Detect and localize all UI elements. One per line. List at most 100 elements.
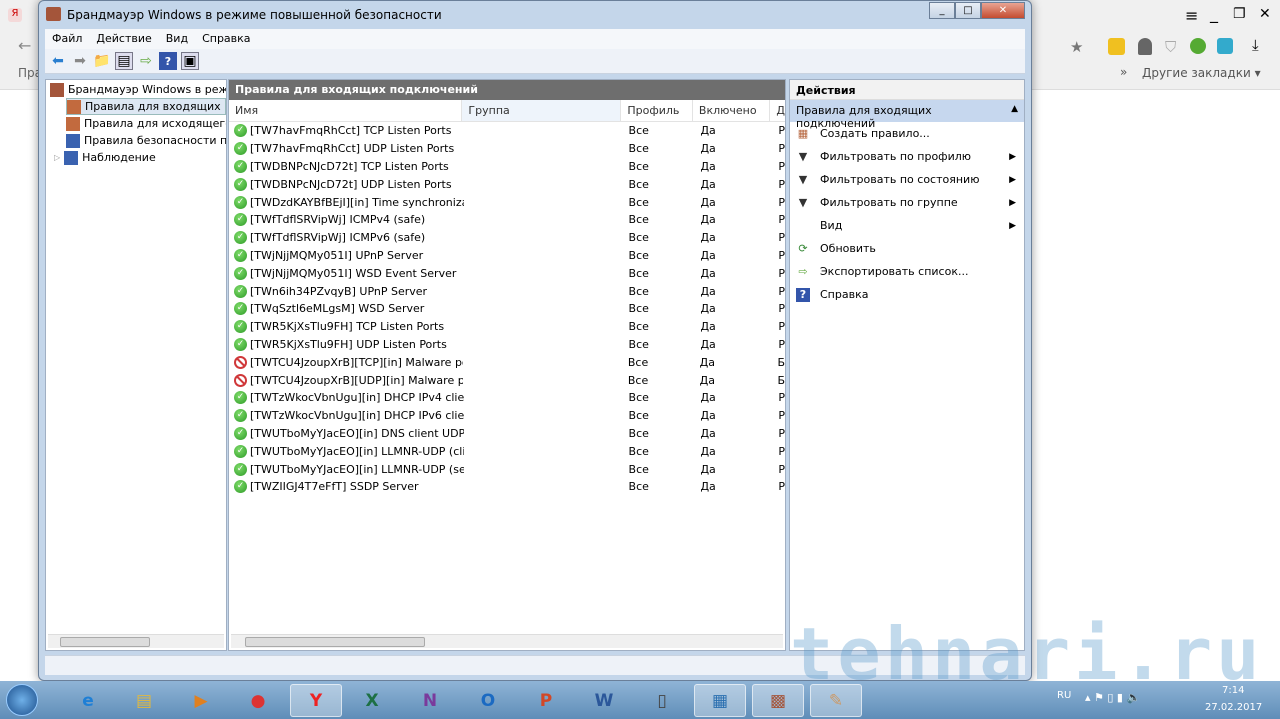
star-icon[interactable]: ★: [1070, 38, 1083, 56]
tree-item-inbound[interactable]: Правила для входящих по,: [66, 98, 226, 115]
taskbar-paint-icon[interactable]: ✎: [810, 684, 862, 717]
cell-profile: Все: [628, 426, 649, 440]
table-row[interactable]: ✓ [TWUTboMyYJacEO][in] LLMNR-UDP (cli... В…: [229, 442, 785, 460]
table-row[interactable]: ✓ [TWUTboMyYJacEO][in] LLMNR-UDP (se... Вс…: [229, 460, 785, 478]
table-row[interactable]: ✓ [TWZIIGJ4T7eFfT] SSDP Server Все Да Р: [229, 478, 785, 496]
column-profile[interactable]: Профиль: [621, 100, 693, 121]
scrollbar-thumb[interactable]: [245, 637, 425, 647]
actions-section[interactable]: Правила для входящих подключений ▲: [790, 100, 1024, 130]
tray-icons[interactable]: ▴ ⚑ ▯ ▮ 🔈: [1085, 691, 1140, 704]
cube-icon[interactable]: [1217, 38, 1233, 54]
column-enabled[interactable]: Включено: [693, 100, 771, 121]
taskbar-outlook-icon[interactable]: O: [462, 684, 514, 717]
action-item[interactable]: ▼ Фильтровать по профилю ▶: [790, 145, 1024, 168]
table-row[interactable]: ✓ [TWn6ih34PZvqyB] UPnP Server Все Да Р: [229, 282, 785, 300]
taskbar-yandex-icon[interactable]: Y: [290, 684, 342, 717]
forward-arrow-icon[interactable]: ➡: [71, 52, 89, 70]
table-row[interactable]: ✓ [TWDBNPcNJcD72t] TCP Listen Ports Все Да Р: [229, 158, 785, 176]
menu-help[interactable]: Справка: [195, 29, 257, 48]
table-row[interactable]: ✓ [TWR5KjXsTlu9FH] UDP Listen Ports Все Да Р: [229, 336, 785, 354]
taskbar-control-panel-icon[interactable]: ▦: [694, 684, 746, 717]
taskbar-powerpoint-icon[interactable]: P: [520, 684, 572, 717]
table-row[interactable]: ✓ [TWR5KjXsTlu9FH] TCP Listen Ports Все Да Р: [229, 318, 785, 336]
yandex-icon[interactable]: Я: [8, 8, 22, 22]
table-row[interactable]: ✓ [TW7havFmqRhCct] TCP Listen Ports Все Да Р: [229, 122, 785, 140]
taskbar-firewall-icon[interactable]: ▩: [752, 684, 804, 717]
table-row[interactable]: ✓ [TWDzdKAYBfBEjI][in] Time synchronizat.…: [229, 193, 785, 211]
menu-action[interactable]: Действие: [89, 29, 158, 48]
maximize-button[interactable]: □: [955, 2, 981, 19]
menu-icon[interactable]: ≡: [1185, 6, 1198, 25]
start-button[interactable]: [6, 684, 38, 716]
taskbar-onenote-icon[interactable]: N: [404, 684, 456, 717]
tree-item-security[interactable]: Правила безопасности по,: [66, 132, 226, 149]
action-item[interactable]: ⟳ Обновить: [790, 237, 1024, 260]
table-row[interactable]: ✓ [TWjNjjMQMy051I] UPnP Server Все Да Р: [229, 247, 785, 265]
submenu-arrow-icon: ▶: [1009, 197, 1016, 208]
taskbar-ie-icon[interactable]: e: [62, 684, 114, 717]
close-button[interactable]: ✕: [981, 2, 1025, 19]
shield-icon[interactable]: ⛉: [1165, 38, 1176, 56]
menu-file[interactable]: Файл: [45, 29, 89, 48]
restore-icon[interactable]: ❐: [1233, 6, 1246, 22]
tree-horizontal-scrollbar[interactable]: [48, 634, 224, 648]
show-tree-icon[interactable]: ▤: [115, 52, 133, 70]
inbound-rules-icon: [67, 99, 81, 114]
column-name[interactable]: Имя: [229, 100, 463, 121]
table-row[interactable]: [TWTCU4JzoupXrB][UDP][in] Malware po... В…: [229, 371, 785, 389]
cell-profile: Все: [628, 302, 649, 316]
column-action[interactable]: Д: [770, 100, 785, 121]
action-item[interactable]: ▦ Создать правило...: [790, 122, 1024, 145]
table-row[interactable]: ✓ [TWfTdflSRVipWj] ICMPv4 (safe) Все Да Р: [229, 211, 785, 229]
column-group[interactable]: Группа: [462, 100, 622, 121]
taskbar-word-icon[interactable]: W: [578, 684, 630, 717]
allow-icon: ✓: [234, 195, 247, 209]
show-actions-icon[interactable]: ▣: [181, 52, 199, 70]
table-row[interactable]: ✓ [TWfTdflSRVipWj] ICMPv6 (safe) Все Да Р: [229, 229, 785, 247]
table-row[interactable]: ✓ [TWTzWkocVbnUgu][in] DHCP IPv4 client Вс…: [229, 389, 785, 407]
table-row[interactable]: ✓ [TWqSztl6eMLgsM] WSD Server Все Да Р: [229, 300, 785, 318]
table-row[interactable]: ✓ [TWjNjjMQMy051I] WSD Event Server Все Да Р: [229, 264, 785, 282]
extension-icon[interactable]: [1108, 38, 1125, 55]
minimize-button[interactable]: _: [929, 2, 955, 19]
action-item[interactable]: Вид ▶: [790, 214, 1024, 237]
clock-date[interactable]: 27.02.2017: [1205, 702, 1262, 713]
taskbar-chrome-icon[interactable]: ●: [232, 684, 284, 717]
clock-time[interactable]: 7:14: [1222, 685, 1244, 696]
other-bookmarks[interactable]: Другие закладки ▾: [1142, 66, 1261, 80]
help-icon[interactable]: ?: [159, 52, 177, 70]
taskbar-notepad-icon[interactable]: ▯: [636, 684, 688, 717]
action-item[interactable]: ▼ Фильтровать по состоянию ▶: [790, 168, 1024, 191]
close-icon[interactable]: ✕: [1259, 6, 1271, 22]
action-item[interactable]: ▼ Фильтровать по группе ▶: [790, 191, 1024, 214]
taskbar-excel-icon[interactable]: X: [346, 684, 398, 717]
download-icon[interactable]: ⤓: [1252, 36, 1259, 54]
expand-icon[interactable]: ▷: [54, 153, 60, 162]
back-arrow-icon[interactable]: ⬅: [49, 52, 67, 70]
taskbar-explorer-icon[interactable]: ▤: [118, 684, 170, 717]
back-icon[interactable]: ←: [18, 36, 31, 55]
tree-item-monitoring[interactable]: ▷ Наблюдение: [54, 149, 226, 166]
table-row[interactable]: ✓ [TWUTboMyYJacEO][in] DNS client UDP Все Д…: [229, 425, 785, 443]
table-row[interactable]: ✓ [TW7havFmqRhCct] UDP Listen Ports Все Да Р: [229, 140, 785, 158]
rules-horizontal-scrollbar[interactable]: [231, 634, 783, 648]
tree-root[interactable]: Брандмауэр Windows в режим: [50, 81, 226, 98]
table-row[interactable]: ✓ [TWDBNPcNJcD72t] UDP Listen Ports Все Да Р: [229, 175, 785, 193]
menu-view[interactable]: Вид: [159, 29, 195, 48]
collapse-icon[interactable]: ▲: [1011, 104, 1018, 118]
taskbar-media-icon[interactable]: ▶: [175, 684, 227, 717]
action-item[interactable]: ? Справка: [790, 283, 1024, 306]
scrollbar-thumb[interactable]: [60, 637, 150, 647]
language-indicator[interactable]: RU: [1057, 690, 1071, 701]
cell-name: ✓ [TWUTboMyYJacEO][in] LLMNR-UDP (cli...: [229, 444, 464, 458]
export-icon[interactable]: ⇨: [137, 52, 155, 70]
action-item[interactable]: ⇨ Экспортировать список...: [790, 260, 1024, 283]
more-bookmarks[interactable]: »: [1120, 65, 1127, 79]
frog-icon[interactable]: [1190, 38, 1206, 54]
up-folder-icon[interactable]: 📁: [93, 52, 111, 70]
tree-item-outbound[interactable]: Правила для исходящего п: [66, 115, 226, 132]
ghost-icon[interactable]: [1138, 38, 1152, 55]
minimize-icon[interactable]: _: [1210, 4, 1218, 23]
table-row[interactable]: ✓ [TWTzWkocVbnUgu][in] DHCP IPv6 client Вс…: [229, 407, 785, 425]
table-row[interactable]: [TWTCU4JzoupXrB][TCP][in] Malware po... В…: [229, 353, 785, 371]
